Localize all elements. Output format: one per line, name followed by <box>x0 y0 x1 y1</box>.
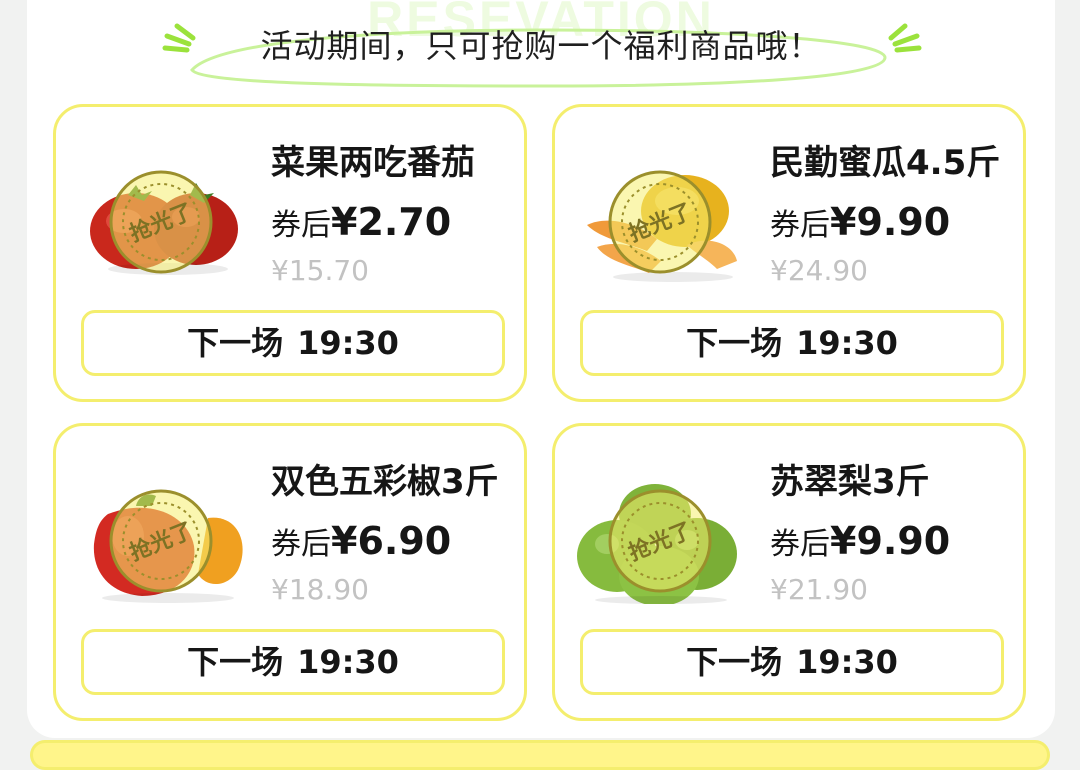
product-name: 苏翠梨3斤 <box>770 462 930 502</box>
price-value: ¥9.90 <box>830 200 951 244</box>
next-session-button[interactable]: 下一场 19:30 <box>81 310 505 376</box>
original-price: ¥24.90 <box>770 254 868 287</box>
coupon-price: 券后¥9.90 <box>770 199 950 253</box>
sold-out-stamp: 抢光了 <box>108 169 214 275</box>
product-card[interactable]: 抢光了 苏翠梨3斤 券后¥9.90 ¥21.90 下一场 19:30 <box>552 423 1026 721</box>
next-session-time: 19:30 <box>297 643 399 681</box>
original-price: ¥21.90 <box>770 573 868 606</box>
price-prefix: 券后 <box>770 208 830 243</box>
next-session-time: 19:30 <box>297 324 399 362</box>
next-session-label: 下一场 <box>187 643 284 681</box>
price-value: ¥2.70 <box>331 200 452 244</box>
coupon-price: 券后¥6.90 <box>271 518 451 572</box>
product-card[interactable]: 抢光了 双色五彩椒3斤 券后¥6.90 ¥18.90 下一场 19:30 <box>53 423 527 721</box>
next-session-button[interactable]: 下一场 19:30 <box>580 310 1004 376</box>
price-prefix: 券后 <box>271 527 331 562</box>
purchase-limit-notice: 活动期间，只可抢购一个福利商品哦！ <box>260 27 822 65</box>
coupon-price: 券后¥2.70 <box>271 199 451 253</box>
sold-out-stamp: 抢光了 <box>607 169 713 275</box>
price-value: ¥9.90 <box>830 519 951 563</box>
price-value: ¥6.90 <box>331 519 452 563</box>
next-session-label: 下一场 <box>686 324 783 362</box>
next-section-edge <box>30 740 1050 770</box>
next-session-button[interactable]: 下一场 19:30 <box>580 629 1004 695</box>
next-session-label: 下一场 <box>686 643 783 681</box>
flash-sale-panel: RESEVATION 活动期间，只可抢购一个福利商品哦！ 抢光了 菜果两吃番茄 … <box>27 0 1055 738</box>
product-card[interactable]: 抢光了 民勤蜜瓜4.5斤 券后¥9.90 ¥24.90 下一场 19:30 <box>552 104 1026 402</box>
price-prefix: 券后 <box>271 208 331 243</box>
next-session-label: 下一场 <box>187 324 284 362</box>
product-name: 菜果两吃番茄 <box>271 143 475 183</box>
product-name: 民勤蜜瓜4.5斤 <box>770 143 1001 183</box>
next-session-time: 19:30 <box>796 324 898 362</box>
original-price: ¥18.90 <box>271 573 369 606</box>
sold-out-stamp: 抢光了 <box>607 488 713 594</box>
product-card[interactable]: 抢光了 菜果两吃番茄 券后¥2.70 ¥15.70 下一场 19:30 <box>53 104 527 402</box>
next-session-button[interactable]: 下一场 19:30 <box>81 629 505 695</box>
next-session-time: 19:30 <box>796 643 898 681</box>
product-name: 双色五彩椒3斤 <box>271 462 499 502</box>
coupon-price: 券后¥9.90 <box>770 518 950 572</box>
sold-out-stamp: 抢光了 <box>108 488 214 594</box>
original-price: ¥15.70 <box>271 254 369 287</box>
price-prefix: 券后 <box>770 527 830 562</box>
